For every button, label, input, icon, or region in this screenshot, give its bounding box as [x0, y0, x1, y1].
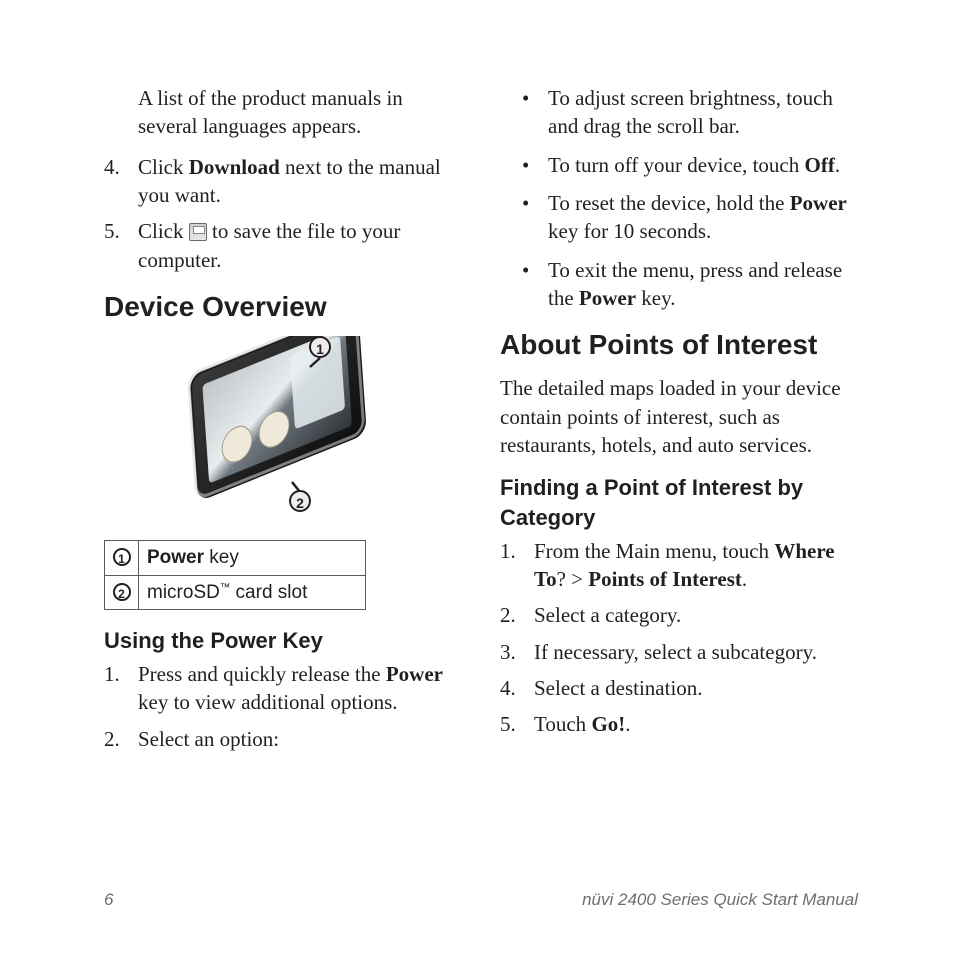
poi-paragraph: The detailed maps loaded in your device … [500, 374, 858, 459]
list-item: To turn off your device, touch Off. [500, 151, 858, 179]
step-4: 4. Click Download next to the manual you… [104, 153, 464, 210]
device-figure: 1 2 [159, 336, 409, 526]
left-column: A list of the product manuals in several… [104, 84, 464, 761]
save-icon [189, 223, 207, 241]
poi-steps: 1. From the Main menu, touch Where To? >… [500, 537, 858, 739]
heading-device-overview: Device Overview [104, 288, 464, 326]
heading-power-key: Using the Power Key [104, 626, 464, 656]
list-item: To adjust screen brightness, touch and d… [500, 84, 858, 141]
list-item: To reset the device, hold the Power key … [500, 189, 858, 246]
download-steps: 4. Click Download next to the manual you… [104, 153, 464, 274]
heading-finding-poi: Finding a Point of Interest by Category [500, 473, 858, 532]
poi-step-5: 5. Touch Go!. [500, 710, 858, 738]
power-key-steps: 1. Press and quickly release the Power k… [104, 660, 464, 753]
page-number: 6 [104, 890, 113, 910]
pk-step-1: 1. Press and quickly release the Power k… [104, 660, 464, 717]
table-row: 2 microSD™ card slot [105, 575, 366, 610]
right-column: To adjust screen brightness, touch and d… [500, 84, 858, 761]
heading-poi: About Points of Interest [500, 326, 858, 364]
step-5: 5. Click to save the file to your comput… [104, 217, 464, 274]
device-illustration [159, 336, 409, 526]
table-row: 1 Power key [105, 540, 366, 575]
intro-text: A list of the product manuals in several… [138, 84, 464, 141]
callout-2: 2 [289, 490, 311, 512]
poi-step-1: 1. From the Main menu, touch Where To? >… [500, 537, 858, 594]
page-footer: 6 nüvi 2400 Series Quick Start Manual [104, 890, 858, 910]
poi-step-2: 2. Select a category. [500, 601, 858, 629]
list-item: To exit the menu, press and release the … [500, 256, 858, 313]
callout-1: 1 [309, 336, 331, 358]
options-list: To adjust screen brightness, touch and d… [500, 84, 858, 312]
poi-step-4: 4. Select a destination. [500, 674, 858, 702]
poi-step-3: 3. If necessary, select a subcategory. [500, 638, 858, 666]
footer-title: nüvi 2400 Series Quick Start Manual [582, 890, 858, 910]
pk-step-2: 2. Select an option: [104, 725, 464, 753]
parts-table: 1 Power key 2 microSD™ card slot [104, 540, 366, 610]
